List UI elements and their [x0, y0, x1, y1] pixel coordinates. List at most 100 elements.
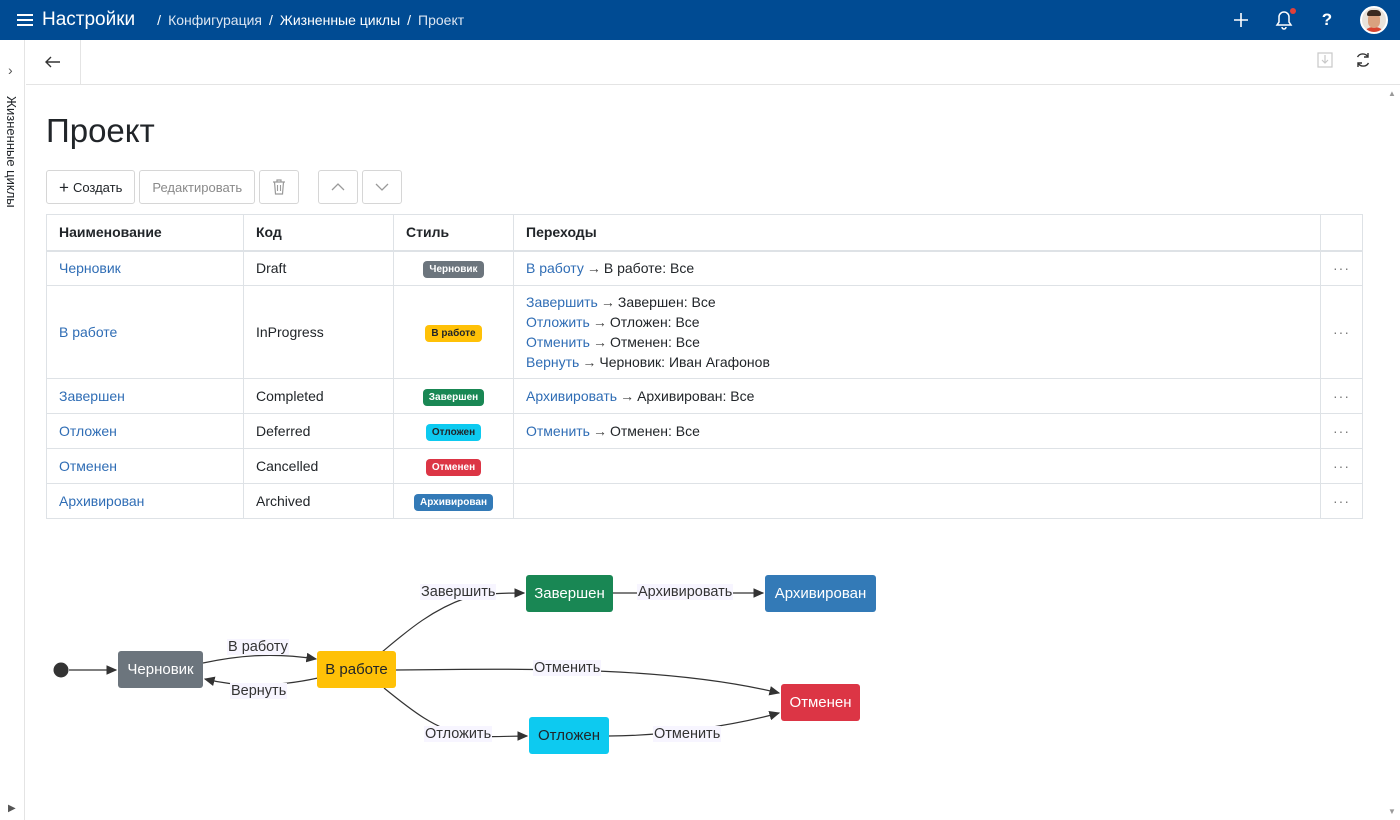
status-badge: Завершен: [422, 388, 485, 406]
column-header[interactable]: Код: [243, 214, 394, 252]
create-button-label: Создать: [72, 179, 123, 195]
transition-action-link[interactable]: Отменить: [526, 423, 590, 439]
diagram-node-completed[interactable]: Завершен: [526, 575, 613, 612]
cell-code: Deferred: [243, 413, 394, 449]
diagram-node-inprogress[interactable]: В работе: [317, 651, 396, 688]
cell-transitions: [513, 448, 1321, 484]
side-rail: › Жизненные циклы ▶: [0, 40, 25, 820]
refresh-icon[interactable]: [1354, 51, 1372, 74]
transition-action-link[interactable]: Отменить: [526, 334, 590, 350]
help-icon[interactable]: ?: [1317, 10, 1337, 30]
row-menu-icon[interactable]: ···: [1320, 483, 1363, 519]
vertical-scrollbar[interactable]: ▲ ▼: [1384, 85, 1400, 820]
diagram-node-deferred[interactable]: Отложен: [529, 717, 609, 754]
side-rail-label[interactable]: Жизненные циклы: [4, 96, 19, 208]
diagram-node-draft[interactable]: Черновик: [118, 651, 203, 688]
breadcrumb-item[interactable]: Конфигурация: [168, 12, 262, 28]
transition-action-link[interactable]: В работу: [526, 260, 584, 276]
edge-label-cancel: Отменить: [653, 726, 722, 742]
status-badge: Архивирован: [413, 493, 494, 511]
transition-action-link[interactable]: Архивировать: [526, 388, 617, 404]
row-menu-icon[interactable]: ···: [1320, 378, 1363, 414]
row-menu-icon[interactable]: ···: [1320, 285, 1363, 379]
row-menu-icon[interactable]: ···: [1320, 448, 1363, 484]
table-row[interactable]: Отменен Cancelled Отменен ···: [46, 448, 1363, 484]
state-name-link[interactable]: Завершен: [59, 388, 125, 404]
chevron-right-icon[interactable]: ›: [8, 62, 13, 78]
back-arrow-icon[interactable]: [26, 40, 81, 84]
state-name-link[interactable]: Архивирован: [59, 493, 144, 509]
row-menu-icon[interactable]: ···: [1320, 250, 1363, 286]
avatar[interactable]: [1360, 6, 1388, 34]
edit-button[interactable]: Редактировать: [139, 170, 256, 204]
cell-code: Cancelled: [243, 448, 394, 484]
transition-target: Отменен: Все: [609, 423, 700, 439]
cell-code: Archived: [243, 483, 394, 519]
move-up-button[interactable]: [318, 170, 359, 204]
transition-action-link[interactable]: Завершить: [526, 294, 598, 310]
transition-action-link[interactable]: Вернуть: [526, 354, 579, 370]
column-header-actions: [1320, 214, 1363, 252]
bell-icon[interactable]: [1274, 8, 1296, 30]
table-row[interactable]: Архивирован Archived Архивирован ···: [46, 483, 1363, 519]
scroll-up-icon[interactable]: ▲: [1388, 89, 1396, 98]
transition-target: Архивирован: Все: [637, 388, 755, 404]
transition-target: Черновик: Иван Агафонов: [599, 354, 770, 370]
hamburger-menu-icon[interactable]: [17, 14, 33, 26]
table-row[interactable]: Завершен Completed Завершен Архивировать → Ар…: [46, 378, 1363, 414]
cell-style: Черновик: [393, 250, 514, 286]
cell-code: InProgress: [243, 285, 394, 379]
delete-button[interactable]: [259, 170, 300, 204]
breadcrumb: / Конфигурация / Жизненные циклы / Проек…: [157, 12, 465, 28]
diagram-node-archived[interactable]: Архивирован: [765, 575, 876, 612]
states-table: Наименование Код Стиль Переходы Черновик…: [46, 214, 1363, 519]
cell-style: Завершен: [393, 378, 514, 414]
top-bar: Настройки / Конфигурация / Жизненные цик…: [0, 0, 1400, 40]
table-row[interactable]: Черновик Draft Черновик В работу → В работе: …: [46, 250, 1363, 286]
state-name-link[interactable]: В работе: [59, 324, 117, 340]
cell-style: Отложен: [393, 413, 514, 449]
transition-item: Архивировать → Архивирован: Все: [526, 386, 1308, 406]
breadcrumb-item[interactable]: Жизненные циклы: [280, 12, 400, 28]
column-header[interactable]: Стиль: [393, 214, 514, 252]
arrow-right-icon: →: [592, 314, 607, 330]
edit-button-label: Редактировать: [152, 179, 243, 195]
column-header[interactable]: Переходы: [513, 214, 1321, 252]
status-badge: Черновик: [423, 260, 484, 278]
status-badge: В работе: [425, 324, 482, 342]
export-icon[interactable]: [1316, 51, 1338, 73]
row-menu-icon[interactable]: ···: [1320, 413, 1363, 449]
cell-transitions: В работу → В работе: Все: [513, 250, 1321, 286]
lifecycle-diagram: Черновик В работе Завершен Архивирован О…: [46, 560, 926, 780]
column-header[interactable]: Наименование: [46, 214, 244, 252]
table-row[interactable]: Отложен Deferred Отложен Отменить → Отменен: …: [46, 413, 1363, 449]
collapse-arrow-icon[interactable]: ▶: [8, 803, 16, 814]
edge-label-defer: Отложить: [424, 726, 493, 742]
diagram-node-cancelled[interactable]: Отменен: [781, 684, 860, 721]
trash-icon: [273, 179, 286, 195]
cell-code: Draft: [243, 250, 394, 286]
cell-transitions: Архивировать → Архивирован: Все: [513, 378, 1321, 414]
scroll-down-icon[interactable]: ▼: [1388, 807, 1396, 816]
edge-label-to-work: В работу: [227, 639, 289, 655]
move-down-button[interactable]: [362, 170, 403, 204]
plus-icon: +: [59, 177, 69, 197]
state-name-link[interactable]: Черновик: [59, 260, 121, 276]
cell-style: Архивирован: [393, 483, 514, 519]
status-badge: Отменен: [425, 458, 482, 476]
edge-label-archive: Архивировать: [637, 584, 734, 600]
transition-item: Отменить → Отменен: Все: [526, 421, 1308, 441]
add-icon[interactable]: [1231, 10, 1251, 30]
create-button[interactable]: + Создать: [46, 170, 136, 204]
edge-label-cancel: Отменить: [533, 660, 602, 676]
transition-item: В работу → В работе: Все: [526, 258, 1308, 278]
app-title[interactable]: Настройки: [42, 9, 135, 31]
cell-name: Отменен: [46, 448, 244, 484]
state-name-link[interactable]: Отложен: [59, 423, 117, 439]
cell-style: В работе: [393, 285, 514, 379]
state-name-link[interactable]: Отменен: [59, 458, 117, 474]
transition-action-link[interactable]: Отложить: [526, 314, 590, 330]
table-row[interactable]: В работе InProgress В работе Завершить → Заве…: [46, 285, 1363, 379]
table-header-row: Наименование Код Стиль Переходы: [46, 214, 1363, 252]
action-buttons: + Создать Редактировать: [46, 170, 403, 204]
